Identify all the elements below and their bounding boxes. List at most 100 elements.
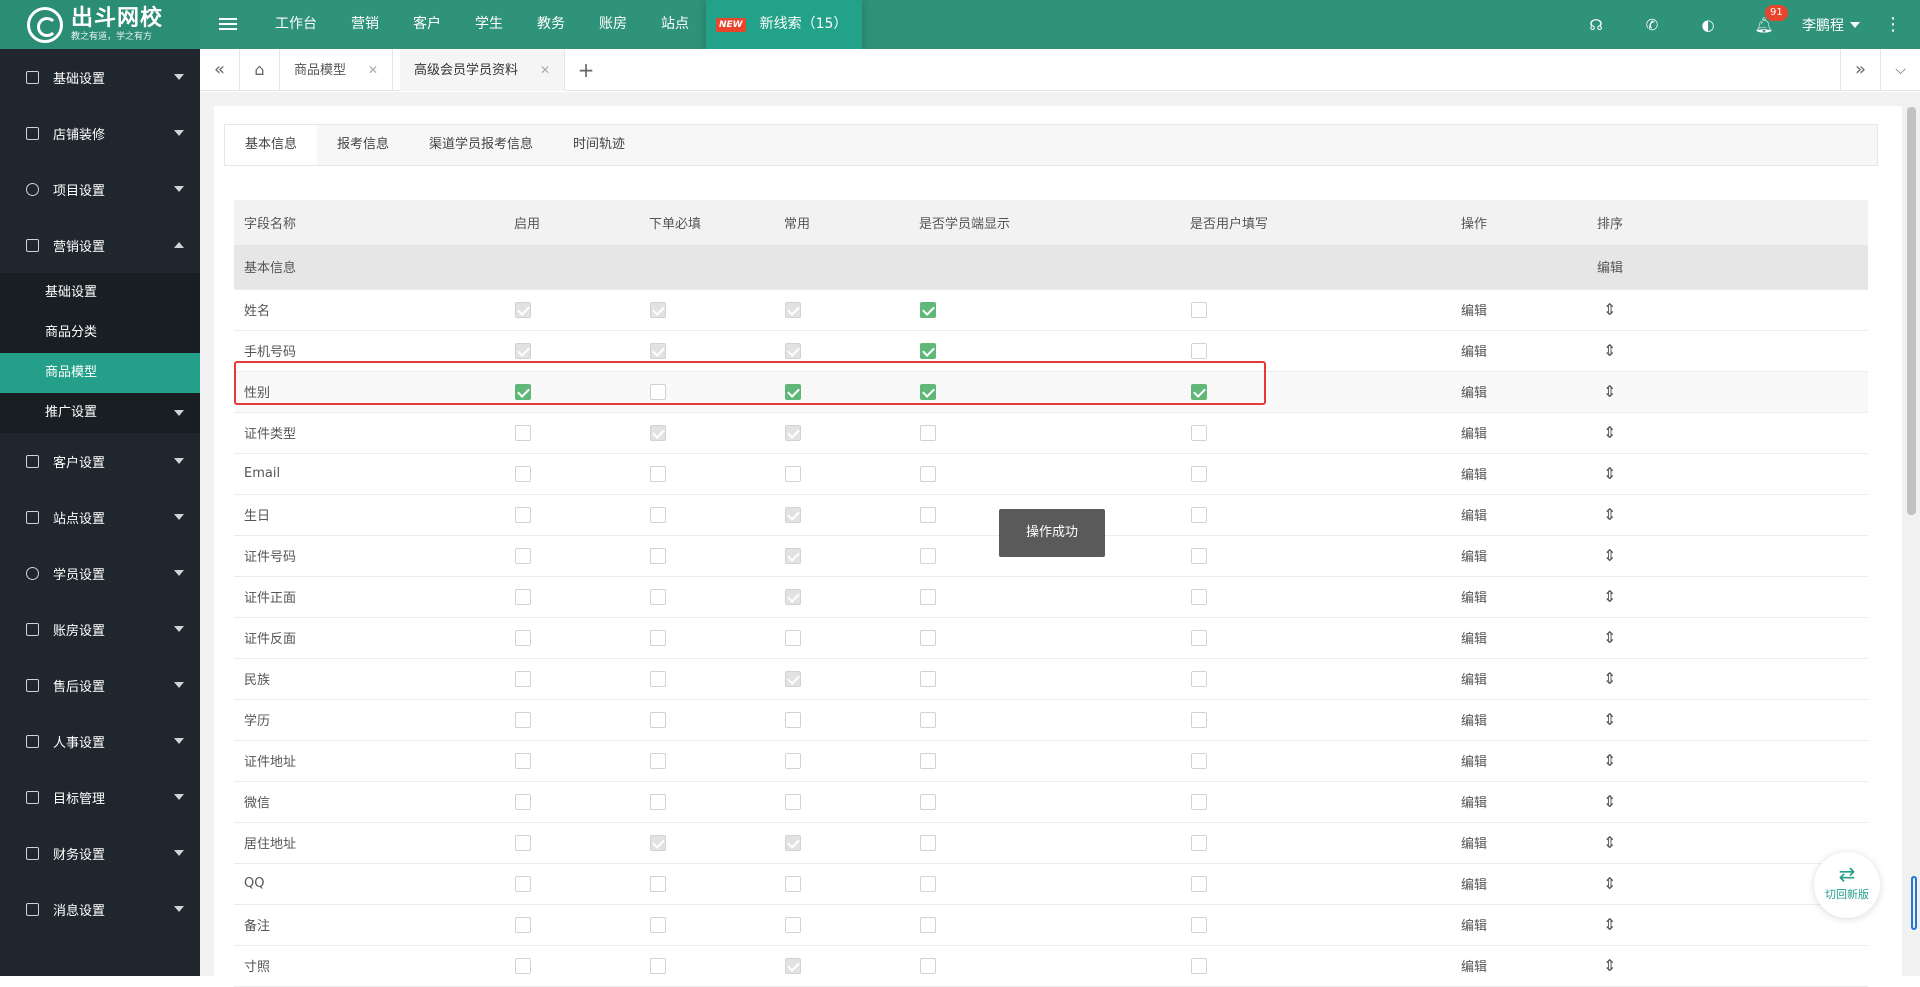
user-fill-checkbox[interactable] [1191,916,1207,933]
sidebar-sub-basic-settings[interactable]: 基础设置 [0,273,200,313]
drag-sort-icon[interactable]: ⇕ [1603,915,1616,934]
nav-academic[interactable]: 教务 [520,0,582,49]
required-checkbox[interactable] [650,875,666,892]
student-display-checkbox[interactable] [920,465,936,482]
sidebar-sub-promotion-settings[interactable]: 推广设置 [0,393,200,433]
common-checkbox[interactable] [785,916,801,933]
tab-exam-info[interactable]: 报考信息 [317,125,409,165]
enable-checkbox[interactable] [515,793,531,810]
common-checkbox[interactable] [785,424,801,441]
drag-sort-icon[interactable]: ⇕ [1603,874,1616,893]
sidebar-sub-product-model[interactable]: 商品模型 [0,353,200,393]
user-fill-checkbox[interactable] [1191,588,1207,605]
scrollbar[interactable] [1902,92,1920,976]
drag-sort-icon[interactable]: ⇕ [1603,628,1616,647]
edit-link[interactable]: 编辑 [1451,453,1587,495]
switch-version-button[interactable]: ⇄ 切回新版 [1814,852,1880,918]
required-checkbox[interactable] [650,588,666,605]
required-checkbox[interactable] [650,629,666,646]
tabs-scroll-right-icon[interactable]: » [1840,49,1880,91]
edit-link[interactable]: 编辑 [1451,535,1587,577]
sidebar-item-message-settings[interactable]: 消息设置 [0,881,200,937]
nav-marketing[interactable]: 营销 [334,0,396,49]
common-checkbox[interactable] [785,465,801,482]
drag-sort-icon[interactable]: ⇕ [1603,382,1616,401]
student-display-checkbox[interactable] [920,670,936,687]
sidebar-item-project-settings[interactable]: 项目设置 [0,161,200,217]
nav-accounts[interactable]: 账房 [582,0,644,49]
sidebar-item-goal-management[interactable]: 目标管理 [0,769,200,825]
drag-sort-icon[interactable]: ⇕ [1603,792,1616,811]
edit-link[interactable]: 编辑 [1451,863,1587,905]
close-icon[interactable]: ✕ [368,63,378,77]
common-checkbox[interactable] [785,588,801,605]
edit-link[interactable]: 编辑 [1451,576,1587,618]
user-fill-checkbox[interactable] [1191,465,1207,482]
home-icon[interactable]: ⌂ [240,49,280,91]
enable-checkbox[interactable] [515,752,531,769]
tab-basic-info[interactable]: 基本信息 [225,125,318,165]
user-fill-checkbox[interactable] [1191,342,1207,359]
student-display-checkbox[interactable] [920,588,936,605]
required-checkbox[interactable] [650,834,666,851]
enable-checkbox[interactable] [515,670,531,687]
enable-checkbox[interactable] [515,916,531,933]
student-display-checkbox[interactable] [920,342,936,359]
student-display-checkbox[interactable] [920,752,936,769]
enable-checkbox[interactable] [515,301,531,318]
common-checkbox[interactable] [785,834,801,851]
sidebar-item-customer-settings[interactable]: 客户设置 [0,433,200,489]
user-fill-checkbox[interactable] [1191,301,1207,318]
sidebar-item-site-settings[interactable]: 站点设置 [0,489,200,545]
edit-link[interactable]: 编辑 [1451,617,1587,659]
sidebar-item-accounts-settings[interactable]: 账房设置 [0,601,200,657]
user-fill-checkbox[interactable] [1191,834,1207,851]
bell-icon[interactable]: 🔔︎ 91 [1753,4,1788,36]
tabs-scroll-left-icon[interactable]: « [200,49,240,91]
student-display-checkbox[interactable] [920,629,936,646]
sidebar-sub-product-category[interactable]: 商品分类 [0,313,200,353]
edit-link[interactable]: 编辑 [1451,904,1587,946]
common-checkbox[interactable] [785,547,801,564]
tab-timeline[interactable]: 时间轨迹 [553,125,645,165]
drag-sort-icon[interactable]: ⇕ [1603,956,1616,975]
user-fill-checkbox[interactable] [1191,424,1207,441]
common-checkbox[interactable] [785,957,801,974]
menu-toggle-icon[interactable] [219,15,237,33]
common-checkbox[interactable] [785,793,801,810]
close-icon[interactable]: ✕ [540,63,550,77]
required-checkbox[interactable] [650,711,666,728]
drag-sort-icon[interactable]: ⇕ [1603,546,1616,565]
required-checkbox[interactable] [650,793,666,810]
enable-checkbox[interactable] [515,711,531,728]
logo[interactable]: 出斗网校 教之有道，学之有方 [0,0,200,49]
user-fill-checkbox[interactable] [1191,957,1207,974]
required-checkbox[interactable] [650,547,666,564]
required-checkbox[interactable] [650,342,666,359]
student-display-checkbox[interactable] [920,547,936,564]
student-display-checkbox[interactable] [920,506,936,523]
required-checkbox[interactable] [650,424,666,441]
phone-icon[interactable]: ✆ [1641,14,1663,36]
drag-sort-icon[interactable]: ⇕ [1603,300,1616,319]
tabs-menu-chevron-icon[interactable]: ⌵ [1880,49,1920,91]
add-tab-icon[interactable]: + [566,49,606,91]
common-checkbox[interactable] [785,711,801,728]
user-fill-checkbox[interactable] [1191,711,1207,728]
enable-checkbox[interactable] [515,342,531,359]
enable-checkbox[interactable] [515,424,531,441]
edit-link[interactable]: 编辑 [1451,371,1587,413]
chevron-down-icon[interactable] [1850,21,1860,28]
drag-sort-icon[interactable]: ⇕ [1603,587,1616,606]
edit-link[interactable]: 编辑 [1451,945,1587,987]
edit-link[interactable]: 编辑 [1451,289,1587,331]
edit-link[interactable]: 编辑 [1451,822,1587,864]
student-display-checkbox[interactable] [920,834,936,851]
edit-link[interactable]: 编辑 [1451,740,1587,782]
nav-workbench[interactable]: 工作台 [258,0,334,49]
required-checkbox[interactable] [650,670,666,687]
enable-checkbox[interactable] [515,506,531,523]
enable-checkbox[interactable] [515,834,531,851]
enable-checkbox[interactable] [515,629,531,646]
drag-sort-icon[interactable]: ⇕ [1603,464,1616,483]
